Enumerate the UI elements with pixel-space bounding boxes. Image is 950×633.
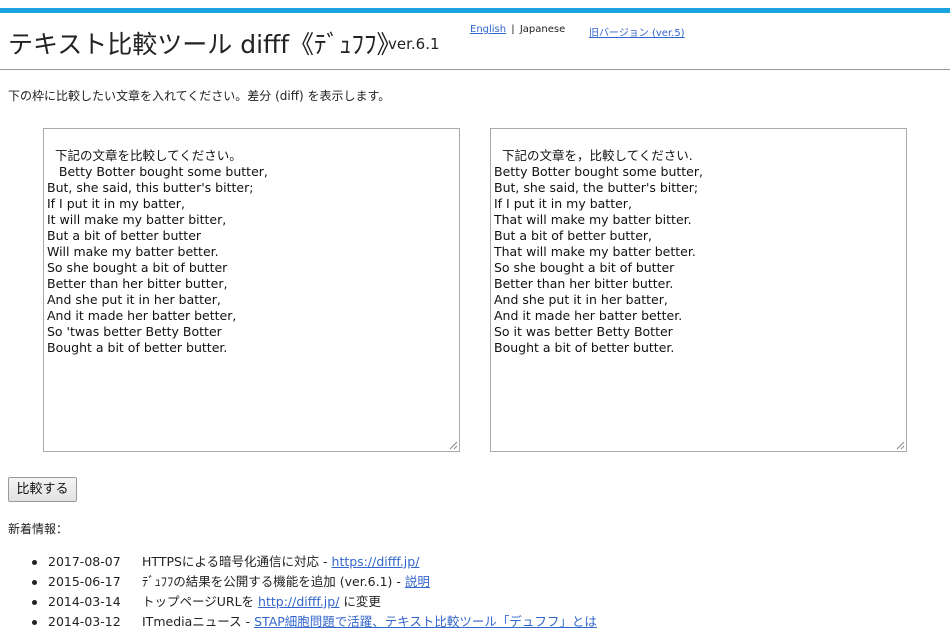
news-list: 2017-08-07 HTTPSによる暗号化通信に対応 - https://dif… [30,552,597,632]
news-item: 2017-08-07 HTTPSによる暗号化通信に対応 - https://dif… [30,552,597,572]
bullet-icon [32,620,37,625]
news-link[interactable]: https://difff.jp/ [332,554,420,569]
right-text-content: 下記の文章を，比較してください. Betty Botter bought som… [494,148,703,355]
bullet-icon [32,560,37,565]
right-text-input[interactable]: 下記の文章を，比較してください. Betty Botter bought som… [490,128,907,452]
page-title: テキスト比較ツール difff《ﾃﾞｭﾌﾌ》 [8,30,402,59]
resize-grip-icon[interactable] [449,441,458,450]
bullet-icon [32,580,37,585]
bullet-icon [32,600,37,605]
news-text-after: に変更 [339,594,381,609]
news-date: 2017-08-07 [48,554,121,569]
news-link[interactable]: STAP細胞問題で活躍、テキスト比較ツール「デュフフ」とは [254,614,597,629]
news-date: 2014-03-12 [48,614,121,629]
news-text: ITmediaニュース - [142,614,255,629]
language-separator: | [511,24,515,35]
resize-grip-icon[interactable] [896,441,905,450]
news-item: 2015-06-17 ﾃﾞｭﾌﾌの結果を公開する機能を追加 (ver.6.1) -… [30,572,597,592]
left-text-input[interactable]: 下記の文章を比較してください。 Betty Botter bought some… [43,128,460,452]
news-item: 2014-03-14 トップページURLを http://difff.jp/ に変… [30,592,597,612]
news-link[interactable]: 説明 [405,574,430,589]
news-link[interactable]: http://difff.jp/ [258,594,339,609]
news-text: HTTPSによる暗号化通信に対応 - [142,554,332,569]
instruction-text: 下の枠に比較したい文章を入れてください。差分 (diff) を表示します。 [8,89,391,103]
english-link[interactable]: English [470,24,506,35]
language-switcher: English | Japanese [470,24,565,35]
japanese-current-label: Japanese [519,24,566,35]
news-date: 2015-06-17 [48,574,121,589]
news-date: 2014-03-14 [48,594,121,609]
news-text: ﾃﾞｭﾌﾌの結果を公開する機能を追加 (ver.6.1) - [142,574,405,589]
page-header: テキスト比較ツール difff《ﾃﾞｭﾌﾌ》 ver.6.1 English |… [0,13,950,69]
news-heading: 新着情報： [8,522,69,536]
compare-button[interactable]: 比較する [8,477,77,502]
version-label: ver.6.1 [388,35,440,53]
header-divider [0,69,950,70]
old-version-container: 旧バージョン (ver.5) [589,24,685,39]
news-item: 2014-03-12 ITmediaニュース - STAP細胞問題で活躍、テキスト… [30,612,597,632]
news-text: トップページURLを [142,594,259,609]
left-text-content: 下記の文章を比較してください。 Betty Botter bought some… [47,148,268,355]
old-version-link[interactable]: 旧バージョン (ver.5) [589,28,685,39]
